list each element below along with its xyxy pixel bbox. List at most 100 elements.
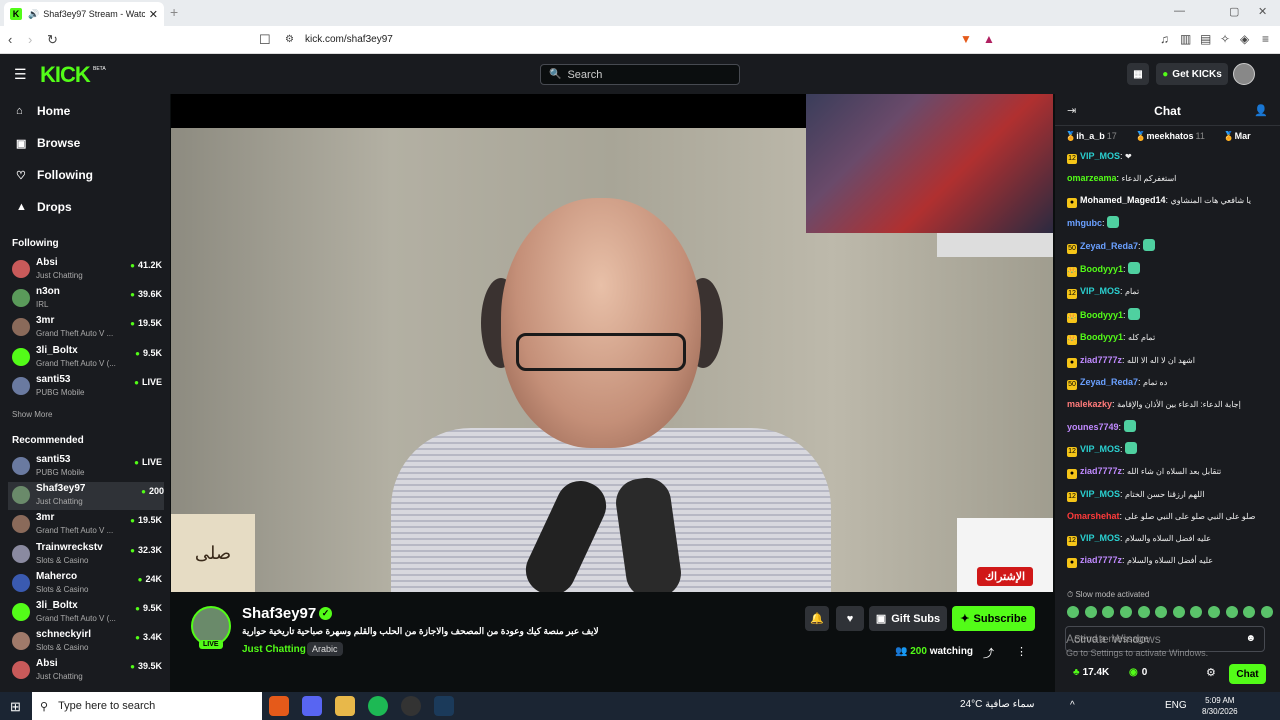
nav-home[interactable]: ⌂ Home <box>16 104 70 118</box>
brave-app-icon[interactable] <box>269 696 289 716</box>
notification-button[interactable]: 🔔 <box>805 606 829 631</box>
browser-tab[interactable]: K 🔊 Shaf3ey97 Stream - Watch Li... ✕ <box>4 2 164 26</box>
chat-username[interactable]: ziad7777z <box>1080 466 1122 476</box>
chat-username[interactable]: younes7749 <box>1067 422 1119 432</box>
sidebar-channel-n3on[interactable]: n3on IRL 39.6K <box>12 285 162 313</box>
nav-drops[interactable]: ▲ Drops <box>16 200 72 214</box>
subscribe-button[interactable]: ✦ Subscribe <box>952 606 1035 631</box>
chat-username[interactable]: Zeyad_Reda7 <box>1080 241 1138 251</box>
chat-settings-icon[interactable]: ⚙ <box>1206 666 1216 679</box>
language-tag[interactable]: Arabic <box>307 642 343 656</box>
emote-icon[interactable] <box>1208 606 1220 618</box>
emote-icon[interactable] <box>1119 606 1132 618</box>
chat-username[interactable]: VIP_MOS <box>1080 533 1120 543</box>
nav-browse[interactable]: ▣ Browse <box>16 136 80 150</box>
chat-username[interactable]: VIP_MOS <box>1080 444 1120 454</box>
sidebar-channel-trainwreckstv[interactable]: Trainwreckstv Slots & Casino 32.3K <box>12 541 162 569</box>
browser-menu-icon[interactable]: ≡ <box>1262 32 1269 46</box>
sidebar-channel-3mr[interactable]: 3mr Grand Theft Auto V ... 19.5K <box>12 511 162 539</box>
steam-app-icon[interactable] <box>434 696 454 716</box>
layout-toggle-button[interactable]: ▦ <box>1127 63 1149 85</box>
window-close-icon[interactable]: ✕ <box>1258 5 1267 18</box>
sidebar-channel-santi53[interactable]: santi53 PUBG Mobile LIVE <box>12 373 162 401</box>
chat-username[interactable]: Omarshehat <box>1067 511 1120 521</box>
emote-icon[interactable] <box>1102 606 1115 618</box>
chat-username[interactable]: omarzeama <box>1067 173 1117 183</box>
share-icon[interactable]: ⤴ <box>983 645 994 661</box>
streamer-name[interactable]: Shaf3ey97 <box>242 605 316 622</box>
windows-start-icon[interactable]: ⊞ <box>10 699 21 715</box>
send-chat-button[interactable]: Chat <box>1229 664 1266 684</box>
gifter[interactable]: 🏅Mar <box>1223 131 1250 141</box>
weather-widget[interactable]: 24°C سماء صافية <box>960 699 1035 710</box>
user-avatar[interactable] <box>1233 63 1255 85</box>
gifter[interactable]: 🏅meekhatos 11 <box>1135 131 1213 141</box>
sidebar-channel-shaf3ey97[interactable]: Shaf3ey97 Just Chatting 200 <box>8 482 164 511</box>
emote-icon[interactable] <box>1172 606 1185 618</box>
emote-icon[interactable] <box>1067 606 1079 618</box>
leo-icon[interactable]: ✧ <box>1220 32 1230 46</box>
chat-username[interactable]: Boodyyy1 <box>1080 310 1123 320</box>
points-balance[interactable]: ◉ 0 <box>1129 667 1147 678</box>
sidebar-channel-santi53[interactable]: santi53 PUBG Mobile LIVE <box>12 453 162 481</box>
more-options-icon[interactable]: ⋮ <box>1016 645 1027 658</box>
brave-rewards-icon[interactable]: ▲ <box>983 32 995 46</box>
sidebar-channel-absi[interactable]: Absi Just Chatting 39.5K <box>12 657 162 685</box>
emoji-picker-icon[interactable]: ☻ <box>1245 633 1256 644</box>
chat-username[interactable]: mhgubc <box>1067 218 1102 228</box>
chat-username[interactable]: VIP_MOS <box>1080 489 1120 499</box>
back-icon[interactable]: ‹ <box>8 32 12 47</box>
sidebar-channel-maherco[interactable]: Maherco Slots & Casino 24K <box>12 570 162 598</box>
sidebar-channel-3mr[interactable]: 3mr Grand Theft Auto V ... 19.5K <box>12 314 162 342</box>
follow-button[interactable]: ♥ <box>836 606 864 631</box>
chat-username[interactable]: Mohamed_Maged14 <box>1080 195 1166 205</box>
minimize-icon[interactable]: — <box>1174 5 1185 17</box>
chat-username[interactable]: ziad7777z <box>1080 555 1122 565</box>
new-tab-icon[interactable]: + <box>170 4 178 20</box>
show-more-link[interactable]: Show More <box>12 410 52 419</box>
media-icon[interactable]: ♫ <box>1160 32 1169 46</box>
search-input[interactable]: 🔍 Search <box>540 64 740 85</box>
chat-users-icon[interactable]: 👤 <box>1254 104 1268 117</box>
video-player[interactable]: صلى الإشتراك <box>171 94 1053 592</box>
discord-app-icon[interactable] <box>302 696 322 716</box>
tray-overflow-icon[interactable]: ^ <box>1070 700 1075 711</box>
gifter[interactable]: 🏅ih_a_b 17 <box>1065 131 1125 141</box>
emote-icon[interactable] <box>1137 606 1150 618</box>
sidebar-channel-absi[interactable]: Absi Just Chatting 41.2K <box>12 256 162 284</box>
brave-shield-icon[interactable]: ▼ <box>960 32 972 46</box>
audio-playing-icon[interactable]: 🔊 <box>28 9 39 20</box>
emote-icon[interactable] <box>1084 606 1097 618</box>
emote-icon[interactable] <box>1260 606 1273 618</box>
stream-category-link[interactable]: Just Chatting <box>242 644 306 655</box>
kick-logo[interactable]: KICK <box>40 62 91 88</box>
spotify-app-icon[interactable] <box>368 696 388 716</box>
kicks-balance[interactable]: ♣ 17.4K <box>1073 667 1109 678</box>
chat-username[interactable]: Boodyyy1 <box>1080 264 1123 274</box>
file-explorer-icon[interactable] <box>335 696 355 716</box>
bookmark-icon[interactable]: ☐ <box>259 32 271 48</box>
forward-icon[interactable]: › <box>28 32 32 47</box>
chat-username[interactable]: ziad7777z <box>1080 355 1122 365</box>
sidebar-channel-schneckyirl[interactable]: schneckyirl Slots & Casino 3.4K <box>12 628 162 656</box>
emote-icon[interactable] <box>1243 606 1256 618</box>
url-field[interactable]: kick.com/shaf3ey97 <box>305 34 393 45</box>
emote-icon[interactable] <box>1225 606 1238 618</box>
vpn-icon[interactable]: ◈ <box>1240 32 1249 46</box>
wallet-icon[interactable]: ▤ <box>1200 32 1211 46</box>
language-indicator[interactable]: ENG <box>1165 700 1187 711</box>
nav-following[interactable]: ♡ Following <box>16 168 93 182</box>
sidebar-channel-3li_boltx[interactable]: 3li_Boltx Grand Theft Auto V (... 9.5K <box>12 599 162 627</box>
site-info-icon[interactable]: ⚙ <box>285 34 294 45</box>
get-kicks-button[interactable]: ● Get KICKs <box>1156 63 1228 85</box>
close-tab-icon[interactable]: ✕ <box>149 8 158 21</box>
sidebar-channel-3li_boltx[interactable]: 3li_Boltx Grand Theft Auto V (... 9.5K <box>12 344 162 372</box>
chat-username[interactable]: VIP_MOS <box>1080 286 1120 296</box>
chat-username[interactable]: VIP_MOS <box>1080 151 1120 161</box>
emote-icon[interactable] <box>1190 606 1203 618</box>
chat-username[interactable]: Boodyyy1 <box>1080 332 1123 342</box>
taskbar-search[interactable]: ⚲ Type here to search <box>32 692 262 720</box>
emote-icon[interactable] <box>1155 606 1168 618</box>
chat-username[interactable]: Zeyad_Reda7 <box>1080 377 1138 387</box>
maximize-icon[interactable]: ▢ <box>1229 5 1239 18</box>
